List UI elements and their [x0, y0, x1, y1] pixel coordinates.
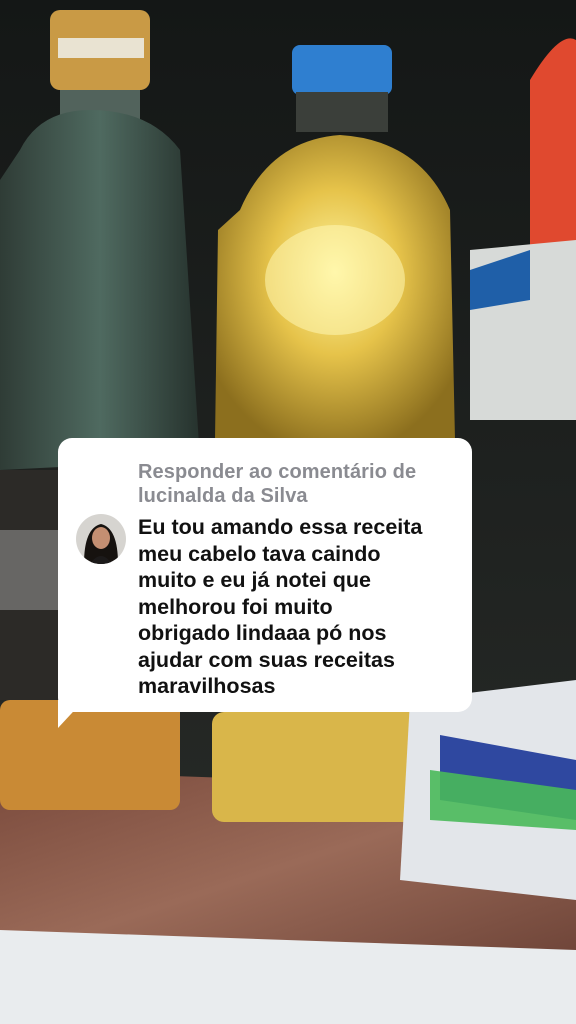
- reply-comment-card[interactable]: Responder ao comentário de lucinalda da …: [58, 438, 472, 712]
- comment-line2: meu cabelo tava caindo: [138, 541, 381, 566]
- comment-line5: obrigado lindaaa pó nos: [138, 621, 387, 645]
- reply-header-line1: Responder ao comentário de: [138, 461, 417, 483]
- comment-line6: ajudar com suas receitas: [138, 647, 395, 672]
- comment-line4: melhorou foi muito: [138, 594, 333, 619]
- video-frame: Responder ao comentário de lucinalda da …: [0, 0, 576, 1024]
- comment-line7: maravilhosas: [138, 674, 276, 698]
- comment-text: Eu tou amando essa receita meu cabelo ta…: [138, 514, 422, 700]
- reply-header-line2: lucinalda da Silva: [138, 485, 308, 507]
- reply-header: Responder ao comentário de lucinalda da …: [138, 460, 452, 508]
- commenter-avatar[interactable]: [76, 514, 126, 564]
- profile-photo-avatar-icon: [76, 514, 126, 564]
- comment-row: Eu tou amando essa receita meu cabelo ta…: [76, 514, 452, 700]
- comment-line3: muito e eu já notei que: [138, 568, 371, 592]
- comment-line1: Eu tou amando essa receita: [138, 515, 423, 539]
